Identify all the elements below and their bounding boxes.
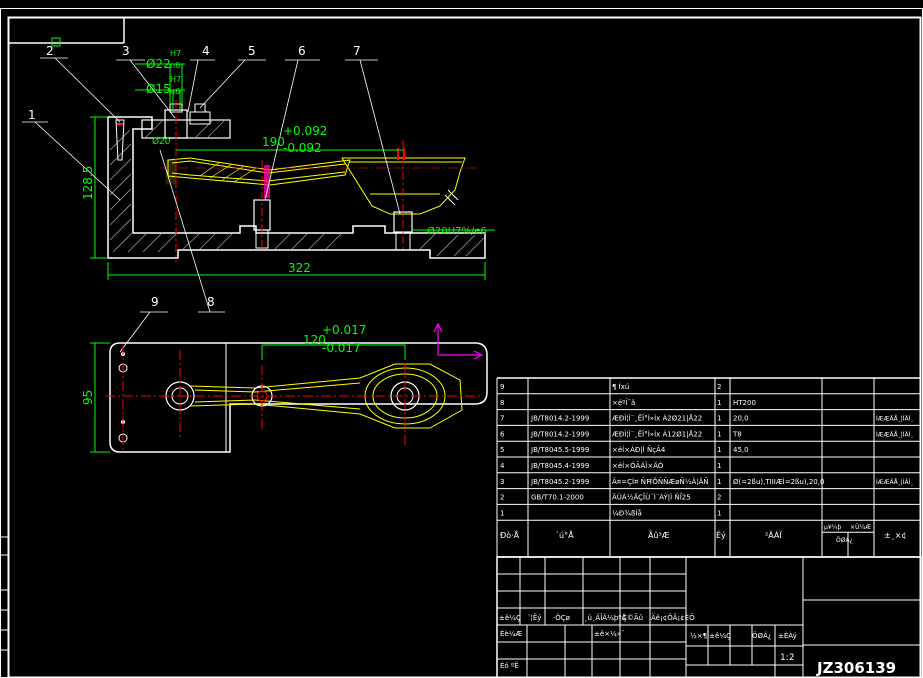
bom-row-material: Ø(=2ßu),TIIIÆÌ=2ßu),20,0 — [733, 477, 824, 486]
bom-row-name: ×éÍ×ÁÐ|Ì ÑçÂ4 — [612, 445, 666, 454]
bom-row-name: Ä¤=ÇÍ¤ ÑĦÔÑÑÆøÑ½Ä¦ÄÑ — [612, 477, 709, 486]
bom-row-std: GB/T70.1-2000 — [531, 494, 584, 502]
tb-drawing-number: JZ306139 — [816, 659, 896, 677]
tb-label-mark: ±ê¼Ç — [499, 614, 521, 622]
bom-row-no: 5 — [500, 446, 504, 454]
bom-row-std: JB/T8045.5-1999 — [530, 446, 589, 454]
tb-check: Éó ºË — [500, 661, 519, 670]
bom-row-material: 20,0 — [733, 415, 749, 423]
bom-row-note: ÍÆÆÄÅ¸|ÍÄÍ¸ — [876, 416, 913, 423]
view-arrow — [433, 322, 484, 360]
bom-row-name: ×éÍ×ÓÃÁÏ×ÄÓ — [612, 461, 664, 470]
bom-row-name: ×éºÏ¯ã — [612, 398, 635, 407]
bom-header-qty: Êý — [716, 529, 726, 540]
tb-label-date: Äê¡¢ÔÂ¡¢ÈÕ — [651, 613, 695, 622]
tb-design: Éè¼Æ — [500, 629, 523, 638]
bom-row-name: ¶ Íxú — [612, 382, 629, 391]
fit-h7-a: H7 — [170, 49, 181, 58]
bom-row-note: ÍÆÆÄÅ¸|ÍÄÍ¸ — [876, 479, 913, 486]
fit-h7-b: H7 — [170, 75, 181, 84]
tb-standard: ±ê×¼»¯ — [594, 630, 625, 638]
bom-row-qty: 1 — [717, 462, 721, 470]
bom-row-material: HT200 — [733, 399, 756, 407]
bom-row-qty: 1 — [717, 430, 721, 438]
balloon-4: 4 — [202, 44, 210, 58]
bom-row-name: ÆÐÌ¦Ì¨¸ÊÏ°Ì»Ìx Á2Ø21|Å22 — [612, 414, 702, 423]
dim-95: 95 — [81, 390, 95, 405]
bill-of-materials: 9 ¶ Íxú 2 8 ×éºÏ¯ã 1 HT200 7 JB/T8014.2-1999 ÆÐÌ¦… — [496, 377, 922, 558]
bom-row-name: ÄÙÁ½ÄÇÎÙ´Ì¨ÁÝ|Ì ÑÎ25 — [612, 493, 691, 502]
bom-header-unit-weight: µ¥¼þ — [824, 524, 841, 531]
bom-row-qty: 1 — [717, 415, 721, 423]
bom-row-no: 8 — [500, 399, 504, 407]
tol-190-up: +0.092 — [283, 124, 327, 138]
bom-row-qty: 1 — [717, 446, 721, 454]
dim-d15: Ø15 — [146, 82, 171, 96]
bom-row-no: 3 — [500, 478, 504, 486]
bom-row-no: 7 — [500, 415, 504, 423]
bom-header-name: Ãû³Æ — [648, 530, 670, 540]
dim-322: 322 — [288, 261, 311, 275]
bom-row-std: JB/T8045.4-1999 — [530, 462, 589, 470]
bom-row-no: 4 — [500, 462, 505, 470]
balloon-8: 8 — [207, 295, 215, 309]
tb-scale-label: ±ÈÀý — [778, 631, 797, 640]
bom-header-no: Ðò·Å — [500, 529, 520, 540]
bom-header-weight: ÖØÁ¿ — [836, 537, 853, 544]
balloon-1: 1 — [28, 108, 36, 122]
front-dimensions — [90, 63, 495, 280]
balloon-7: 7 — [353, 44, 361, 58]
drawing-canvas: 1 2 3 4 5 6 7 8 9 Ø22 H7 n6 Ø15 H7 n6 12… — [0, 8, 923, 678]
bom-row-name: ÆÐÌ¦Ì¨¸ÊÏ°Ì»Ìx Á12Ø1|Å22 — [612, 429, 702, 438]
tb-stage-mark: ½×¶Î±ê¼Ç — [690, 631, 731, 640]
bom-row-no: 2 — [500, 494, 504, 502]
cad-drawing-viewport[interactable]: 1 2 3 4 5 6 7 8 9 Ø22 H7 n6 Ø15 H7 n6 12… — [0, 0, 923, 678]
balloon-3: 3 — [122, 44, 130, 58]
workpiece — [167, 157, 466, 215]
tb-scale: 1:2 — [780, 653, 794, 663]
bom-header-material: ²ÄÁÏ — [765, 529, 782, 540]
bom-header-total-weight: ×Ü¼Æ — [850, 524, 871, 531]
bom-row-qty: 1 — [717, 509, 721, 517]
bom-header-std: ´ú°Å — [555, 529, 574, 540]
bom-row-qty: 2 — [717, 494, 721, 502]
dim-height-128: 128.5 — [81, 166, 95, 200]
balloon-5: 5 — [248, 44, 256, 58]
tol-190-dn: -0.092 — [283, 141, 322, 155]
balloon-6: 6 — [298, 44, 306, 58]
fit-right: Ø20H7%/e6 — [427, 225, 487, 237]
top-view — [90, 322, 488, 453]
front-view — [90, 63, 495, 280]
bom-row-no: 1 — [500, 509, 504, 517]
bom-row-no: 6 — [500, 430, 505, 438]
bom-row-std: JB/T8045.2-1999 — [530, 478, 589, 486]
dim-190: 190 — [262, 135, 285, 149]
bom-row-qty: 1 — [717, 399, 721, 407]
balloon-9: 9 — [151, 295, 159, 309]
tb-label-zone: ·ÖÇø — [553, 613, 571, 622]
tb-label-change-doc: ¸ü¸ÄÎÄ¼þºÅ — [584, 613, 627, 622]
bom-row-material: 45,0 — [733, 446, 749, 454]
dim-d22: Ø22 — [146, 57, 171, 71]
fit-n6-a: n6 — [170, 61, 180, 70]
tb-label-count: ´¦Êý — [527, 613, 541, 622]
bom-row-std: JB/T8014.2-1999 — [530, 415, 589, 423]
fit-n6-b: n6 — [170, 87, 180, 96]
tb-label-sign: Ç©Ãû — [622, 613, 643, 622]
bom-row-no: 9 — [500, 383, 504, 391]
tol-120-up: +0.017 — [322, 323, 366, 337]
fit-small: Ø20 — [152, 136, 171, 147]
cover-plate — [141, 119, 231, 139]
bom-row-note: ÍÆÆÄÅ¸|ÍÄÍ¸ — [876, 431, 913, 438]
bom-row-material: T8 — [732, 430, 742, 438]
tb-weight: ÖØÁ¿ — [752, 631, 772, 640]
bom-row-qty: 2 — [717, 383, 721, 391]
tol-120-dn: -0.017 — [322, 341, 361, 355]
bom-row-std: JB/T8014.2-1999 — [530, 430, 589, 438]
bom-row-name: ¼Ð¾ßÌå — [612, 508, 642, 517]
bom-header-note: ±¸×¢ — [884, 531, 907, 540]
bom-row-qty: 1 — [717, 478, 721, 486]
